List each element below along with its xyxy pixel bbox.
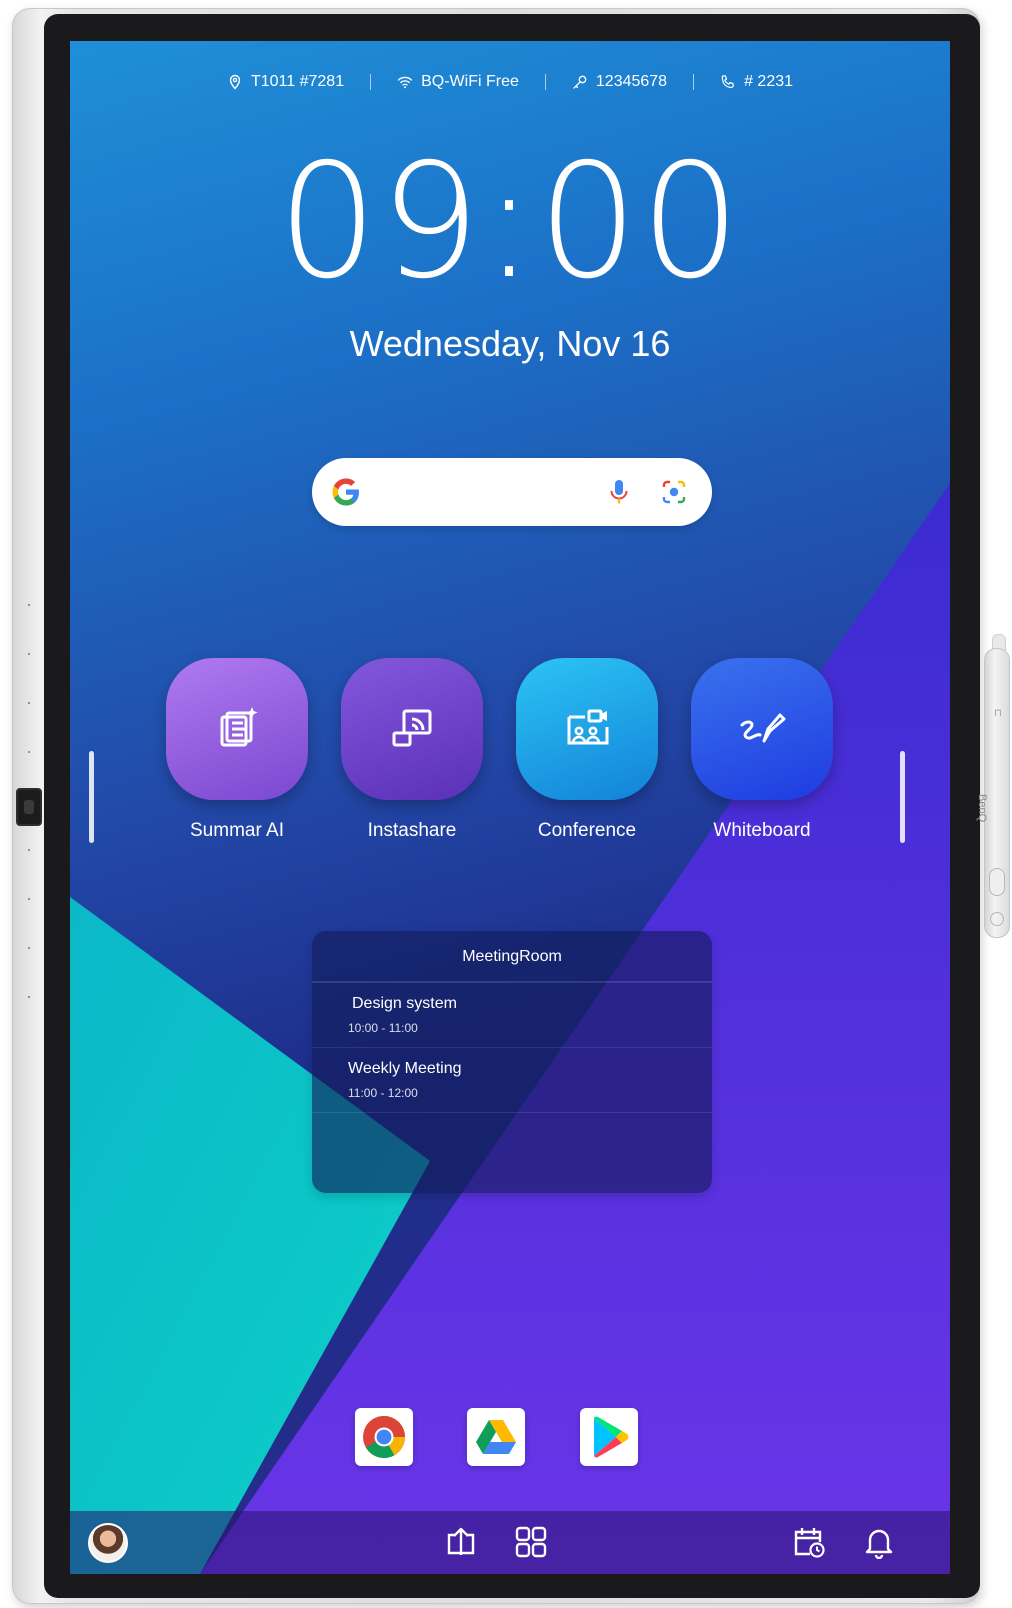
stylus-eraser <box>990 912 1004 926</box>
dock-google-play[interactable] <box>580 1408 638 1466</box>
room-info: T1011 #7281 <box>201 73 370 91</box>
google-search-bar[interactable] <box>312 458 712 526</box>
calendar-clock-icon <box>794 1528 825 1558</box>
key-icon <box>573 75 587 89</box>
taskbar <box>70 1511 950 1574</box>
dock-chrome[interactable] <box>355 1408 413 1466</box>
home-screen: T1011 #7281 BQ-WiFi Free 12345678 # 2231… <box>70 41 950 1574</box>
webcam <box>16 788 42 826</box>
app-launcher: Summar AI Instashare Conference Whiteboa… <box>70 658 950 858</box>
pen-draw-icon <box>740 713 786 743</box>
app-grid-icon <box>515 1526 547 1558</box>
status-bar: T1011 #7281 BQ-WiFi Free 12345678 # 2231 <box>70 67 950 97</box>
app-tile[interactable] <box>691 658 833 800</box>
wifi-icon <box>397 76 413 89</box>
clock-time: 09:00 <box>277 130 743 314</box>
app-label: Summar AI <box>190 820 284 841</box>
video-conference-icon <box>567 709 609 745</box>
app-tile[interactable] <box>341 658 483 800</box>
chrome-icon <box>363 1416 406 1459</box>
google-drive-icon <box>476 1420 516 1454</box>
screen-share-button[interactable] <box>444 1525 478 1559</box>
app-label: Conference <box>537 820 637 841</box>
event-time: 10:00 - 11:00 <box>348 1021 418 1035</box>
dock-google-drive[interactable] <box>467 1408 525 1466</box>
wifi-info: BQ-WiFi Free <box>371 73 545 91</box>
app-summar-ai[interactable]: Summar AI <box>166 658 308 842</box>
notifications-button[interactable] <box>862 1525 896 1560</box>
widget-title: MeetingRoom <box>312 931 712 983</box>
wifi-label: BQ-WiFi Free <box>421 73 519 90</box>
meeting-event[interactable]: Design system 10:00 - 11:00 <box>312 983 712 1048</box>
ai-notes-icon <box>220 707 258 747</box>
extension-label: # 2231 <box>744 73 794 90</box>
password-label: 12345678 <box>595 73 668 90</box>
google-g-icon <box>332 478 359 506</box>
app-drawer-button[interactable] <box>514 1525 548 1559</box>
app-tile[interactable] <box>166 658 308 800</box>
clock-date: Wednesday, Nov 16 <box>349 323 671 364</box>
event-name: Design system <box>352 995 457 1012</box>
extension-info: # 2231 <box>694 73 819 91</box>
meeting-room-widget[interactable]: MeetingRoom Design system 10:00 - 11:00 … <box>312 931 712 1193</box>
app-conference[interactable]: Conference <box>516 658 658 842</box>
phone-icon <box>721 75 734 89</box>
room-label: T1011 #7281 <box>250 73 345 90</box>
app-instashare[interactable]: Instashare <box>341 658 483 842</box>
camera-lens-icon[interactable] <box>660 478 688 506</box>
microphone-icon[interactable] <box>608 478 630 506</box>
user-avatar[interactable] <box>88 1523 128 1563</box>
app-label: Instashare <box>367 820 457 841</box>
stylus-button <box>989 868 1005 896</box>
bell-icon <box>865 1529 893 1560</box>
app-whiteboard[interactable]: Whiteboard <box>691 658 833 842</box>
screen-share-upload-icon <box>447 1527 475 1555</box>
location-pin-icon <box>229 74 241 90</box>
google-play-icon <box>594 1416 629 1458</box>
app-tile[interactable] <box>516 658 658 800</box>
app-label: Whiteboard <box>713 820 811 841</box>
screen-cast-icon <box>392 709 432 747</box>
password-info: 12345678 <box>546 73 693 91</box>
calendar-button[interactable] <box>792 1525 826 1559</box>
event-name: Weekly Meeting <box>348 1060 462 1077</box>
event-time: 11:00 - 12:00 <box>348 1086 418 1100</box>
app-dock <box>70 1408 950 1468</box>
stylus-brand: BenQ <box>976 794 988 823</box>
meeting-event[interactable]: Weekly Meeting 11:00 - 12:00 <box>312 1048 712 1113</box>
stylus-mark: ⊓ <box>994 708 1002 719</box>
